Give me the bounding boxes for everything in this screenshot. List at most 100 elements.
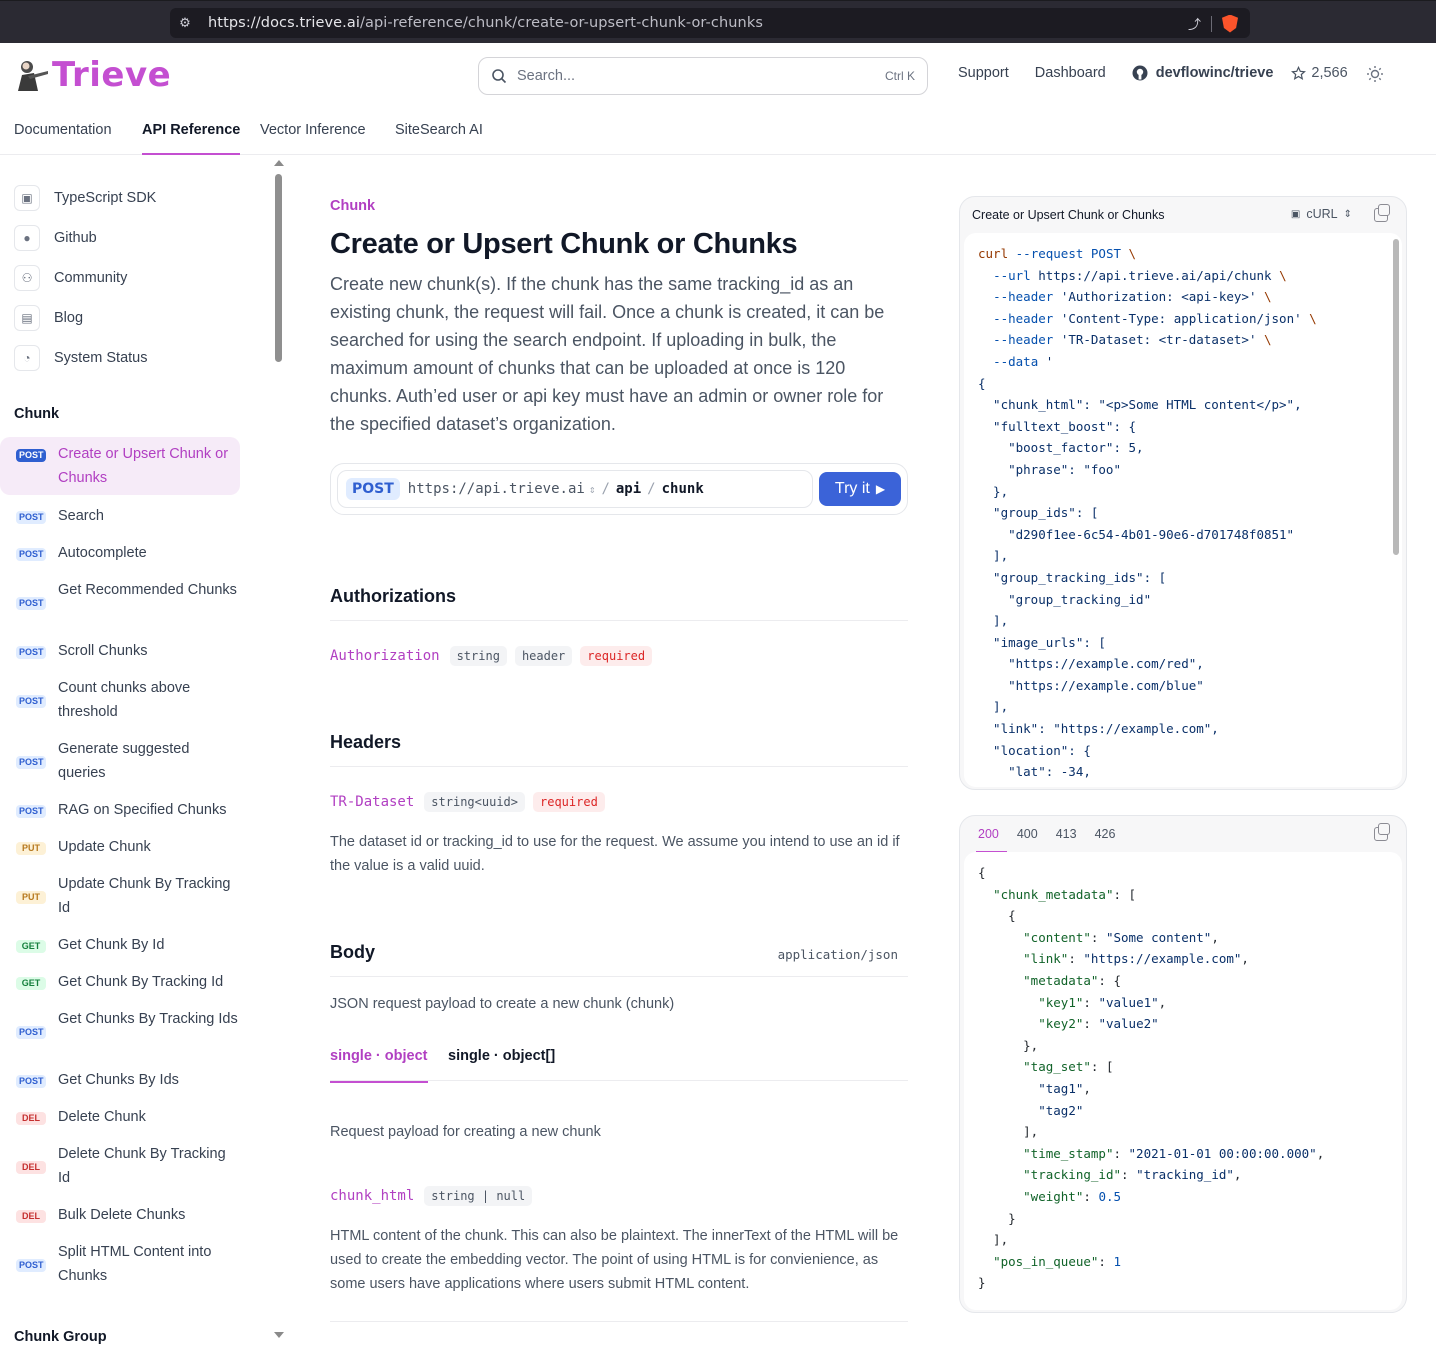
- method-badge: DEL: [16, 1112, 46, 1125]
- divider: [330, 766, 908, 767]
- sidebar-item-bulk-delete-chunks[interactable]: DEL Bulk Delete Chunks: [0, 1203, 240, 1227]
- site-settings-icon[interactable]: ⚙: [170, 15, 200, 31]
- url-text[interactable]: https://docs.trieve.ai/api-reference/chu…: [208, 15, 763, 31]
- request-example-panel: Create or Upsert Chunk or Chunks ▣ cURL …: [959, 196, 1407, 790]
- path-segment: chunk: [661, 481, 704, 497]
- method-badge: POST: [16, 805, 46, 818]
- sidebar-item-get-chunks-by-tracking-ids[interactable]: POST Get Chunks By Tracking Ids: [0, 1007, 240, 1039]
- copy-icon[interactable]: [1374, 823, 1390, 841]
- address-bar[interactable]: ⚙ https://docs.trieve.ai/api-reference/c…: [170, 8, 1250, 38]
- method-badge: POST: [16, 449, 46, 462]
- method-badge: GET: [16, 977, 46, 990]
- tab-single-object[interactable]: single · object: [330, 1048, 428, 1083]
- request-panel-title: Create or Upsert Chunk or Chunks: [972, 208, 1165, 222]
- param-description: The dataset id or tracking_id to use for…: [330, 834, 900, 874]
- status-icon: ◔: [14, 345, 40, 371]
- tab-single-object-array[interactable]: single · object[]: [448, 1048, 555, 1064]
- request-code: curl --request POST \ --url https://api.…: [964, 233, 1402, 787]
- sidebar-item-update-chunk[interactable]: PUT Update Chunk: [0, 835, 240, 859]
- method-badge: DEL: [16, 1161, 46, 1174]
- authorization-param: Authorization string header required: [330, 646, 653, 666]
- response-tab-400[interactable]: 400: [1017, 827, 1038, 841]
- theme-toggle-sun-icon[interactable]: [1366, 65, 1384, 83]
- search-input[interactable]: Search... Ctrl K: [478, 57, 928, 95]
- sidebar-item-get-chunk-by-id[interactable]: GET Get Chunk By Id: [0, 933, 240, 957]
- breadcrumb[interactable]: Chunk: [330, 198, 375, 214]
- sidebar: ▣ TypeScript SDK ● Github ⚇ Community ▤ Blog…: [0, 156, 286, 1346]
- logo[interactable]: Trieve: [14, 55, 171, 95]
- sidebar-item-count-chunks[interactable]: POST Count chunks above threshold: [0, 676, 240, 724]
- divider: [330, 620, 908, 621]
- response-code: { "chunk_metadata": [ { "content": "Some…: [964, 852, 1402, 1310]
- tab-vector-inference[interactable]: Vector Inference: [260, 122, 366, 138]
- body-heading: Body: [330, 942, 375, 962]
- required-badge: required: [533, 792, 605, 812]
- tab-documentation[interactable]: Documentation: [14, 122, 112, 138]
- github-icon: [1132, 65, 1148, 81]
- sidebar-item-scroll-chunks[interactable]: POST Scroll Chunks: [0, 639, 240, 663]
- method-badge: POST: [16, 695, 46, 708]
- sidebar-item-delete-chunk-by-tracking-id[interactable]: DEL Delete Chunk By Tracking Id: [0, 1142, 240, 1190]
- share-icon[interactable]: ⤴: [1188, 14, 1201, 33]
- content-type: application/json: [777, 947, 898, 962]
- site-header: Trieve Search... Ctrl K Support Dashboar…: [0, 43, 1436, 106]
- sidebar-item-rag-on-specified-chunks[interactable]: POST RAG on Specified Chunks: [0, 798, 240, 822]
- sidebar-scrollbar[interactable]: [272, 156, 286, 1346]
- method-badge: POST: [16, 1026, 46, 1039]
- brave-shield-icon[interactable]: [1222, 14, 1238, 33]
- sidebar-item-delete-chunk[interactable]: DEL Delete Chunk: [0, 1105, 240, 1129]
- response-tab-200[interactable]: 200: [976, 827, 1007, 853]
- sidebar-item-blog[interactable]: ▤ Blog: [14, 305, 83, 331]
- scrollbar-thumb[interactable]: [275, 174, 282, 362]
- method-badge: POST: [16, 1259, 46, 1272]
- authorizations-heading: Authorizations: [330, 586, 456, 606]
- sidebar-item-generate-suggested-queries[interactable]: POST Generate suggested queries: [0, 737, 240, 785]
- response-tab-426[interactable]: 426: [1095, 827, 1116, 841]
- param-type: string: [449, 646, 507, 666]
- method-badge: POST: [16, 756, 46, 769]
- search-placeholder: Search...: [517, 68, 576, 84]
- sidebar-item-github[interactable]: ● Github: [14, 225, 97, 251]
- path-separator: /: [601, 481, 610, 497]
- param-name: Authorization: [330, 648, 440, 664]
- copy-icon[interactable]: [1374, 204, 1390, 222]
- base-url-select-icon[interactable]: ⇕: [589, 483, 596, 496]
- github-icon: ●: [14, 225, 40, 251]
- sidebar-section-chunk: Chunk: [14, 406, 60, 422]
- chevron-updown-icon: ⇕: [1343, 208, 1352, 220]
- sidebar-item-system-status[interactable]: ◔ System Status: [14, 345, 147, 371]
- sidebar-item-community[interactable]: ⚇ Community: [14, 265, 127, 291]
- page-title: Create or Upsert Chunk or Chunks: [330, 228, 798, 260]
- scroll-down-icon[interactable]: [274, 1332, 284, 1338]
- terminal-icon: ▣: [1290, 208, 1301, 220]
- divider: [330, 976, 908, 977]
- browser-chrome: ⚙ https://docs.trieve.ai/api-reference/c…: [0, 0, 1436, 43]
- sidebar-item-split-html-content[interactable]: POST Split HTML Content into Chunks: [0, 1240, 240, 1288]
- logo-text: Trieve: [52, 55, 172, 95]
- scroll-up-icon[interactable]: [274, 160, 284, 166]
- sidebar-item-get-recommended-chunks[interactable]: POST Get Recommended Chunks: [0, 578, 240, 610]
- tab-api-reference[interactable]: API Reference: [142, 122, 241, 155]
- support-link[interactable]: Support: [958, 65, 1009, 81]
- param-type: string<uuid>: [424, 792, 525, 812]
- param-type: string | null: [424, 1186, 533, 1206]
- endpoint-url[interactable]: POST https://api.trieve.ai ⇕ / api / chu…: [337, 470, 813, 508]
- code-scrollbar[interactable]: [1393, 239, 1399, 555]
- language-select[interactable]: ▣ cURL ⇕: [1291, 207, 1352, 221]
- sidebar-item-update-chunk-by-tracking-id[interactable]: PUT Update Chunk By Tracking Id: [0, 872, 240, 920]
- endpoint-bar: POST https://api.trieve.ai ⇕ / api / chu…: [330, 463, 908, 515]
- logo-icon: [18, 61, 48, 91]
- sidebar-item-get-chunks-by-ids[interactable]: POST Get Chunks By Ids: [0, 1068, 240, 1092]
- github-repo-link[interactable]: devflowinc/trieve 2,566: [1132, 65, 1348, 81]
- sidebar-item-autocomplete[interactable]: POST Autocomplete: [0, 541, 240, 565]
- sidebar-item-get-chunk-by-tracking-id[interactable]: GET Get Chunk By Tracking Id: [0, 970, 240, 994]
- sidebar-item-search[interactable]: POST Search: [0, 504, 240, 528]
- dashboard-link[interactable]: Dashboard: [1035, 65, 1106, 81]
- sidebar-item-create-or-upsert[interactable]: POST Create or Upsert Chunk or Chunks: [0, 437, 240, 495]
- tab-sitesearch-ai[interactable]: SiteSearch AI: [395, 122, 483, 138]
- try-it-button[interactable]: Try it ▶: [819, 472, 901, 506]
- method-badge: DEL: [16, 1210, 46, 1223]
- sidebar-item-typescript-sdk[interactable]: ▣ TypeScript SDK: [14, 185, 156, 211]
- community-icon: ⚇: [14, 265, 40, 291]
- response-tab-413[interactable]: 413: [1056, 827, 1077, 841]
